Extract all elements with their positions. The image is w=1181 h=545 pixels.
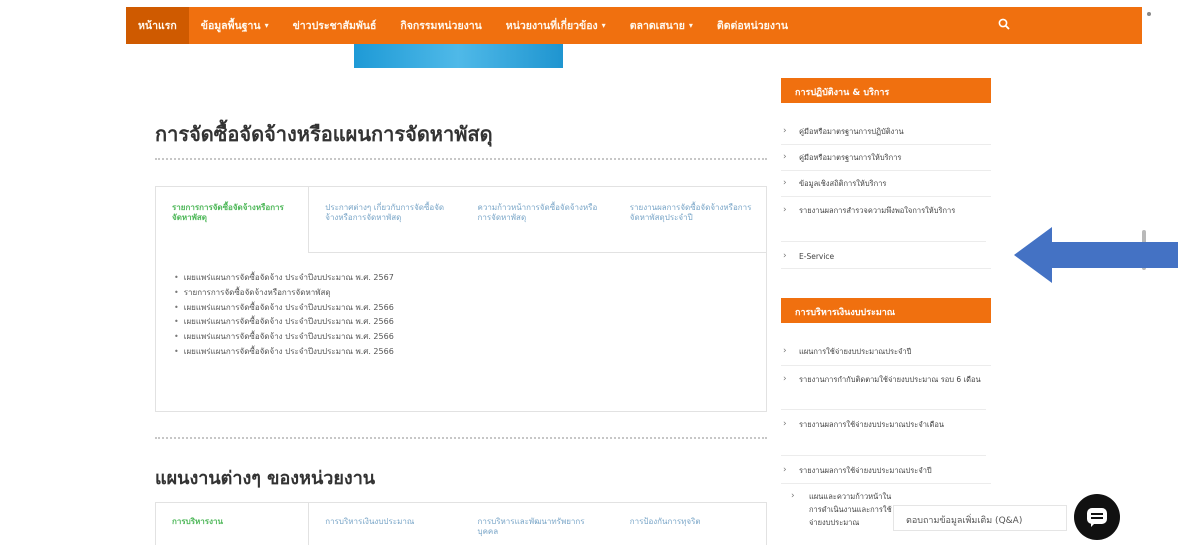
sidebar-heading-operations: การปฏิบัติงาน & บริการ — [781, 78, 991, 103]
list-item-label: เผยแพร่แผนการจัดซื้อจัดจ้าง ประจำปีงบประ… — [183, 346, 394, 356]
sidebar-item-annual-report[interactable]: รายงานผลการใช้จ่ายงบประมาณประจำปี — [781, 456, 991, 484]
list-item[interactable]: • เผยแพร่แผนการจัดซื้อจัดจ้าง ประจำปีงบปร… — [174, 330, 766, 345]
nav-item-label: กิจกรรมหน่วยงาน — [400, 20, 482, 32]
nav-item-label: ติดต่อหน่วยงาน — [716, 20, 789, 32]
list-item-label: เผยแพร่แผนการจัดซื้อจัดจ้าง ประจำปีงบประ… — [183, 332, 394, 342]
tab-procurement-annual-report[interactable]: รายงานผลการจัดซื้อจัดจ้างหรือการจัดหาพัส… — [614, 187, 766, 252]
tab-procurement-announcements[interactable]: ประกาศต่างๆ เกี่ยวกับการจัดซื้อจัดจ้างหร… — [309, 187, 461, 252]
plans-tabs: การบริหารงาน การบริหารเงินงบประมาณ การบร… — [155, 502, 767, 545]
chevron-down-icon: ▾ — [601, 21, 606, 30]
sidebar-item-operation-manual[interactable]: คู่มือหรือมาตรฐานการปฏิบัติงาน — [781, 120, 991, 145]
divider — [155, 158, 767, 160]
nav-item-market[interactable]: ตลาดเสนาย ▾ — [618, 7, 705, 44]
sidebar-item-6-month-report[interactable]: รายงานการกำกับติดตามใช้จ่ายงบประมาณ รอบ … — [781, 366, 986, 410]
list-item-label: เผยแพร่แผนการจัดซื้อจัดจ้าง ประจำปีงบประ… — [183, 317, 394, 327]
nav-item-news[interactable]: ข่าวประชาสัมพันธ์ — [281, 7, 389, 44]
tab-budget-management[interactable]: การบริหารเงินงบประมาณ — [309, 503, 461, 545]
procurement-title: การจัดซื้อจัดจ้างหรือแผนการจัดหาพัสดุ — [155, 122, 493, 146]
list-item[interactable]: • เผยแพร่แผนการจัดซื้อจัดจ้าง ประจำปีงบปร… — [174, 315, 766, 330]
scroll-indicator — [1147, 12, 1151, 16]
list-item[interactable]: • เผยแพร่แผนการจัดซื้อจัดจ้าง ประจำปีงบปร… — [174, 271, 766, 286]
nav-item-label: ข้อมูลพื้นฐาน — [200, 20, 261, 32]
sidebar-item-service-statistics[interactable]: ข้อมูลเชิงสถิติการให้บริการ — [781, 171, 991, 197]
nav-item-activities[interactable]: กิจกรรมหน่วยงาน — [388, 7, 493, 44]
tab-procurement-progress[interactable]: ความก้าวหน้าการจัดซื้อจัดจ้างหรือการจัดห… — [462, 187, 614, 252]
sidebar-item-annual-budget-plan[interactable]: แผนการใช้จ่ายงบประมาณประจำปี — [781, 340, 991, 366]
list-item-label: เผยแพร่แผนการจัดซื้อจัดจ้าง ประจำปีงบประ… — [183, 302, 394, 312]
nav-item-contact[interactable]: ติดต่อหน่วยงาน — [705, 7, 800, 44]
sidebar-item-service-manual[interactable]: คู่มือหรือมาตรฐานการให้บริการ — [781, 145, 991, 171]
nav-item-related-agencies[interactable]: หน่วยงานที่เกี่ยวข้อง ▾ — [494, 7, 618, 44]
divider — [155, 437, 767, 439]
sidebar-budget-list: แผนการใช้จ่ายงบประมาณประจำปี รายงานการกำ… — [781, 340, 991, 528]
sidebar-item-progress-report[interactable]: แผนและความก้าวหน้าในการดำเนินงานและการใช… — [781, 484, 899, 528]
sidebar-heading-budget: การบริหารเงินงบประมาณ — [781, 298, 991, 323]
sidebar-item-monthly-report[interactable]: รายงานผลการใช้จ่ายงบประมาณประจำเดือน — [781, 410, 986, 456]
procurement-list: • เผยแพร่แผนการจัดซื้อจัดจ้าง ประจำปีงบปร… — [156, 253, 766, 360]
list-item[interactable]: • เผยแพร่แผนการจัดซื้อจัดจ้าง ประจำปีงบปร… — [174, 345, 766, 360]
chevron-down-icon: ▾ — [264, 21, 269, 30]
tab-anti-corruption[interactable]: การป้องกันการทุจริต — [614, 503, 766, 545]
nav-item-home[interactable]: หน้าแรก — [126, 7, 189, 44]
search-icon[interactable] — [998, 18, 1010, 34]
nav-item-label: หน่วยงานที่เกี่ยวข้อง — [505, 20, 598, 32]
list-item[interactable]: • เผยแพร่แผนการจัดซื้อจัดจ้าง ประจำปีงบปร… — [174, 301, 766, 316]
chevron-down-icon: ▾ — [688, 21, 693, 30]
sidebar-item-satisfaction-report[interactable]: รายงานผลการสำรวจความพึงพอใจการให้บริการ — [781, 197, 986, 242]
chat-icon[interactable] — [1074, 494, 1120, 540]
sidebar-operations-list: คู่มือหรือมาตรฐานการปฏิบัติงาน คู่มือหรื… — [781, 120, 991, 269]
left-arrow-icon — [1014, 227, 1178, 283]
tab-procurement-list[interactable]: รายการการจัดซื้อจัดจ้างหรือการจัดหาพัสดุ — [156, 187, 310, 253]
list-item-label: เผยแพร่แผนการจัดซื้อจัดจ้าง ประจำปีงบประ… — [183, 273, 394, 282]
tab-management[interactable]: การบริหารงาน — [156, 503, 310, 545]
banner-image — [354, 44, 563, 68]
sidebar-item-e-service[interactable]: E-Service — [781, 242, 991, 269]
nav-item-label: หน้าแรก — [138, 20, 177, 32]
top-navigation: หน้าแรก ข้อมูลพื้นฐาน ▾ ข่าวประชาสัมพันธ์… — [126, 7, 1142, 44]
nav-item-label: ข่าวประชาสัมพันธ์ — [292, 20, 377, 32]
plans-title: แผนงานต่างๆ ของหน่วยงาน — [155, 468, 376, 489]
list-item[interactable]: • รายการการจัดซื้อจัดจ้างหรือการจัดหาพัสด… — [174, 286, 766, 301]
tab-human-resources[interactable]: การบริหารและพัฒนาทรัพยากรบุคคล — [462, 503, 614, 545]
list-item-label: รายการการจัดซื้อจัดจ้างหรือการจัดหาพัสดุ — [183, 287, 331, 297]
nav-item-label: ตลาดเสนาย — [629, 20, 685, 32]
nav-item-basic-info[interactable]: ข้อมูลพื้นฐาน ▾ — [189, 7, 281, 44]
chat-label[interactable]: ตอบถามข้อมูลเพิ่มเติม (Q&A) — [893, 505, 1067, 531]
procurement-tabs: รายการการจัดซื้อจัดจ้างหรือการจัดหาพัสดุ… — [155, 186, 767, 412]
